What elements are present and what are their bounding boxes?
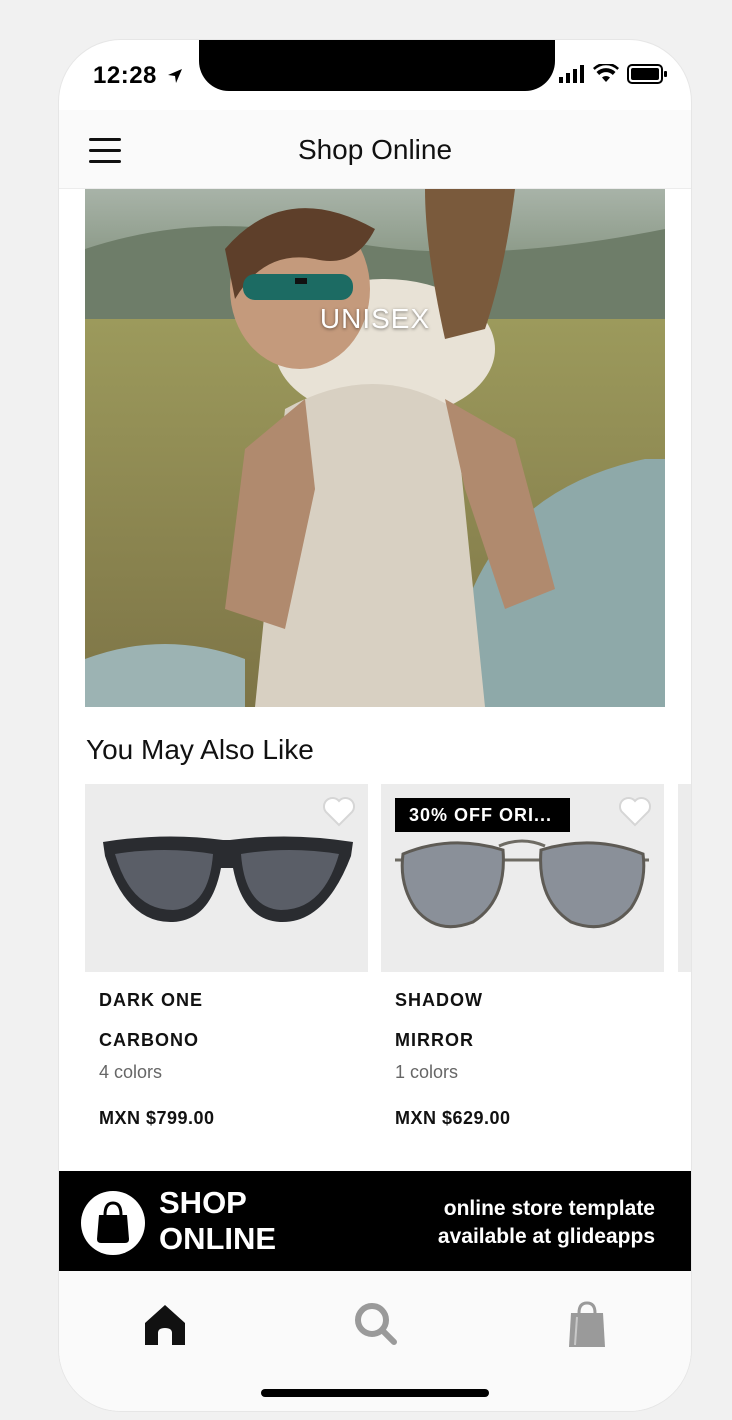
device-notch [199, 40, 555, 91]
hero-banner[interactable]: UNISEX [85, 189, 665, 707]
app-header: Shop Online [59, 110, 691, 189]
product-image[interactable] [85, 784, 368, 972]
tab-search[interactable] [345, 1293, 405, 1353]
page-title: Shop Online [297, 134, 453, 165]
phone-screen: 12:28 Shop Online UNISEX You May Also Li… [59, 40, 691, 1411]
tab-home[interactable] [135, 1293, 195, 1353]
hero-title: UNISEX [319, 303, 431, 334]
promo-brand: SHOP ONLINE [159, 1185, 276, 1257]
promo-banner[interactable]: SHOP ONLINE online store template availa… [59, 1171, 691, 1271]
favorite-heart-icon[interactable] [618, 796, 652, 828]
promo-text-line1: online store template [443, 1197, 655, 1220]
status-bar: 12:28 [59, 40, 691, 110]
next-product-peek[interactable] [678, 784, 691, 972]
shopping-bag-logo-icon [97, 1201, 129, 1243]
home-indicator[interactable] [261, 1389, 489, 1397]
wifi-icon [593, 64, 619, 82]
hero-photo [85, 189, 665, 707]
product-colors: 4 colors [99, 1062, 163, 1082]
location-arrow-icon [168, 69, 183, 83]
promo-text-line2: available at glideapps [437, 1225, 655, 1248]
tab-cart[interactable] [557, 1293, 617, 1353]
product-card[interactable]: DARK ONE CARBONO 4 colors MXN $799.00 [85, 784, 368, 1128]
promo-brand-line2: ONLINE [159, 1221, 277, 1256]
product-colors: 1 colors [395, 1062, 459, 1082]
status-time-text: 12:28 [93, 62, 157, 89]
promo-text: online store template available at glide… [438, 1195, 655, 1251]
product-name: SHADOW [395, 990, 483, 1010]
product-card[interactable]: 30% OFF ORI... SHADOW MIRROR 1 colors MX… [381, 784, 664, 1128]
shopping-bag-icon [569, 1301, 605, 1347]
product-name-line2: CARBONO [99, 1030, 199, 1050]
product-image[interactable]: 30% OFF ORI... [381, 784, 664, 972]
home-icon [145, 1305, 185, 1345]
promo-brand-line1: SHOP [159, 1185, 247, 1220]
favorite-heart-icon[interactable] [322, 796, 356, 828]
battery-icon [627, 64, 667, 84]
discount-badge: 30% OFF ORI... [395, 798, 571, 832]
section-title: You May Also Like [86, 734, 314, 765]
product-name-line2: MIRROR [395, 1030, 474, 1050]
product-price: MXN $799.00 [99, 1108, 215, 1128]
product-price: MXN $629.00 [395, 1108, 511, 1128]
signal-icon [559, 65, 584, 83]
product-name: DARK ONE [99, 990, 204, 1010]
promo-logo [81, 1191, 145, 1255]
status-time: 12:28 [93, 62, 183, 90]
status-icons [559, 64, 667, 84]
product-carousel[interactable]: DARK ONE CARBONO 4 colors MXN $799.00 30… [85, 784, 691, 1144]
search-icon [355, 1303, 397, 1345]
